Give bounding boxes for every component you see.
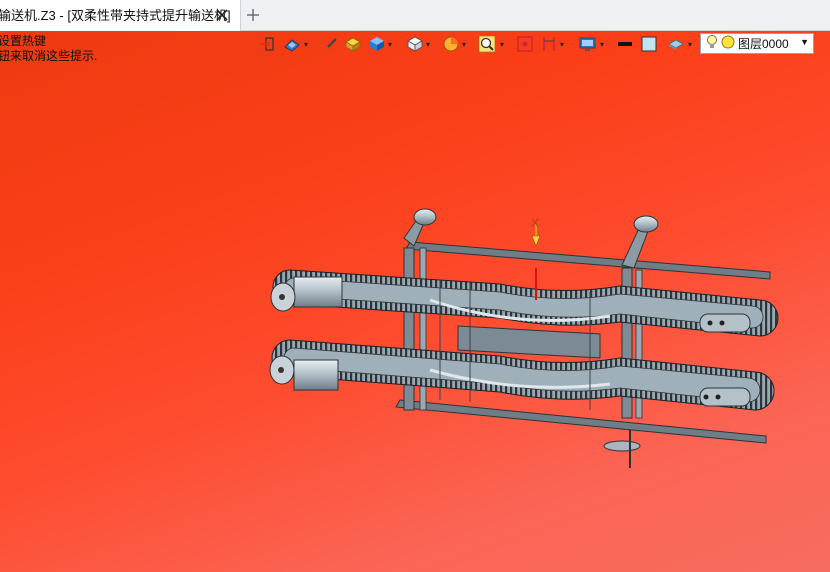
new-tab-icon[interactable]	[244, 6, 262, 24]
document-tab-title: 输送机.Z3 - [双柔性带夹持式提升输送机]	[0, 8, 231, 23]
graphics-viewport[interactable]: 设置热键 钮来取消这些提示. ▾ ▾ ▾ ▾ ▾ ▾ ▾ ▾ 图层0000 ▼ …	[0, 31, 830, 572]
document-tab[interactable]: 输送机.Z3 - [双柔性带夹持式提升输送机]	[0, 0, 241, 31]
svg-text:X: X	[531, 216, 539, 230]
conveyor-model[interactable]: X	[0, 31, 830, 572]
tab-bar: 输送机.Z3 - [双柔性带夹持式提升输送机]	[0, 0, 830, 31]
close-tab-icon[interactable]	[214, 0, 230, 31]
